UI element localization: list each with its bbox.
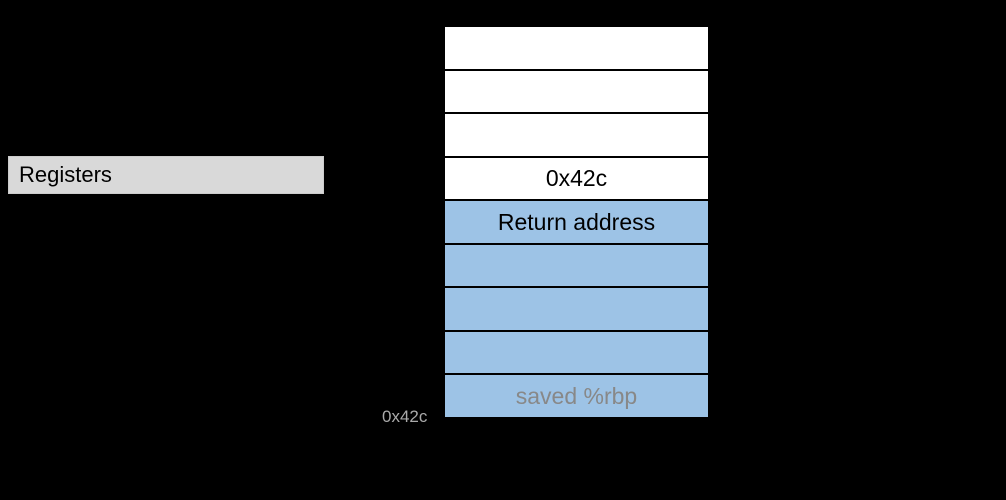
stack-cell-1 (443, 69, 710, 115)
stack-cell-4: Return address (443, 199, 710, 245)
stack-diagram: 0x42cReturn address saved %rbp (443, 25, 710, 419)
address-label: 0x42c (382, 407, 427, 427)
stack-cell-6 (443, 286, 710, 332)
stack-cell-7 (443, 330, 710, 376)
registers-header: Registers (8, 156, 324, 194)
stack-cell-5 (443, 243, 710, 289)
stack-cell-8: saved %rbp (443, 373, 710, 419)
stack-cell-2 (443, 112, 710, 158)
registers-label: Registers (19, 162, 112, 188)
stack-cell-0 (443, 25, 710, 71)
stack-cell-3: 0x42c (443, 156, 710, 202)
